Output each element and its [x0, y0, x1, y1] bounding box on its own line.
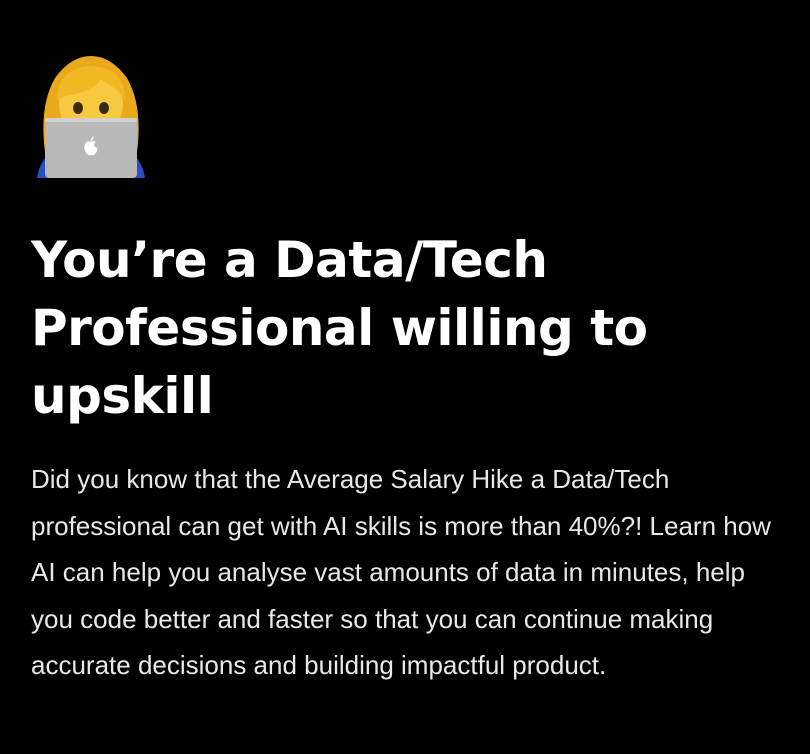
persona-card: You’re a Data/Tech Professional willing …	[31, 56, 791, 689]
persona-description: Did you know that the Average Salary Hik…	[31, 464, 771, 680]
persona-heading: You’re a Data/Tech Professional willing …	[31, 231, 648, 425]
woman-technologist-graphic	[37, 56, 145, 178]
woman-technologist-icon	[31, 56, 151, 178]
